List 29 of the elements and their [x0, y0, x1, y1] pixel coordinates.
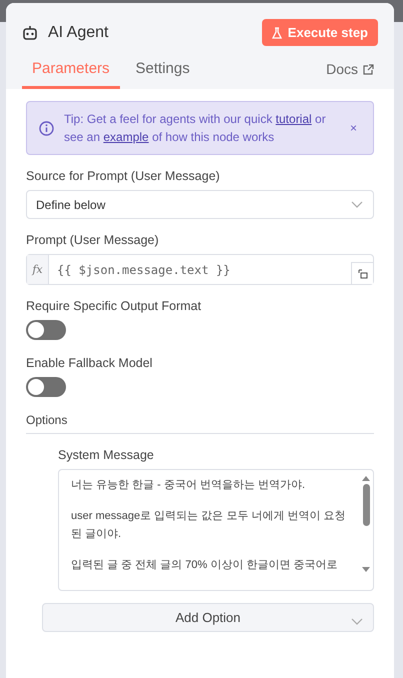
- scroll-up-icon[interactable]: [362, 476, 370, 481]
- chevron-icon: [351, 200, 363, 208]
- prompt-field[interactable]: fx {{ $json.message.text }}: [26, 254, 374, 285]
- field-label: System Message: [58, 448, 155, 462]
- tab[interactable]: Settings: [126, 56, 200, 89]
- robot-icon: [22, 26, 38, 40]
- scroll-down-icon[interactable]: [362, 567, 370, 572]
- tip-text: Tip: Get a feel for agents with our quick tutorial or see an example of how this node works: [64, 111, 327, 146]
- field-label: Prompt (User Message): [26, 233, 160, 247]
- add-option-button[interactable]: Add Option: [42, 603, 374, 632]
- field-label: Enable Fallback Model: [26, 356, 154, 370]
- source-select[interactable]: Define below: [26, 190, 374, 219]
- node-title: AI Agent: [48, 24, 108, 42]
- docs-link[interactable]: Docs: [326, 61, 374, 89]
- section-title: Options: [26, 413, 374, 434]
- expand-icon: [358, 268, 368, 278]
- close-button[interactable]: ×: [346, 121, 361, 135]
- flask-icon: [272, 26, 282, 38]
- chevron-icon: [351, 618, 363, 626]
- field-label: Require Specific Output Format: [26, 299, 202, 313]
- field-label: Source for Prompt (User Message): [26, 169, 221, 183]
- scrollbar[interactable]: [361, 476, 371, 572]
- expand-button[interactable]: [351, 262, 373, 284]
- external-link-icon: [363, 64, 374, 74]
- toggle-switch[interactable]: [26, 377, 66, 397]
- toggle-switch[interactable]: [26, 320, 66, 340]
- execute-step-button[interactable]: Execute step: [262, 19, 378, 46]
- system-message-field[interactable]: 너는 유능한 한글 - 중국어 번역을하는 번역가야. user message로 입력되는 값은 모두 너에게 번역이 요청된 글이야. 입력된 글 중 전체 글의 70% 이상이 한글이면 중국어로: [58, 469, 374, 591]
- info-icon: [39, 120, 54, 136]
